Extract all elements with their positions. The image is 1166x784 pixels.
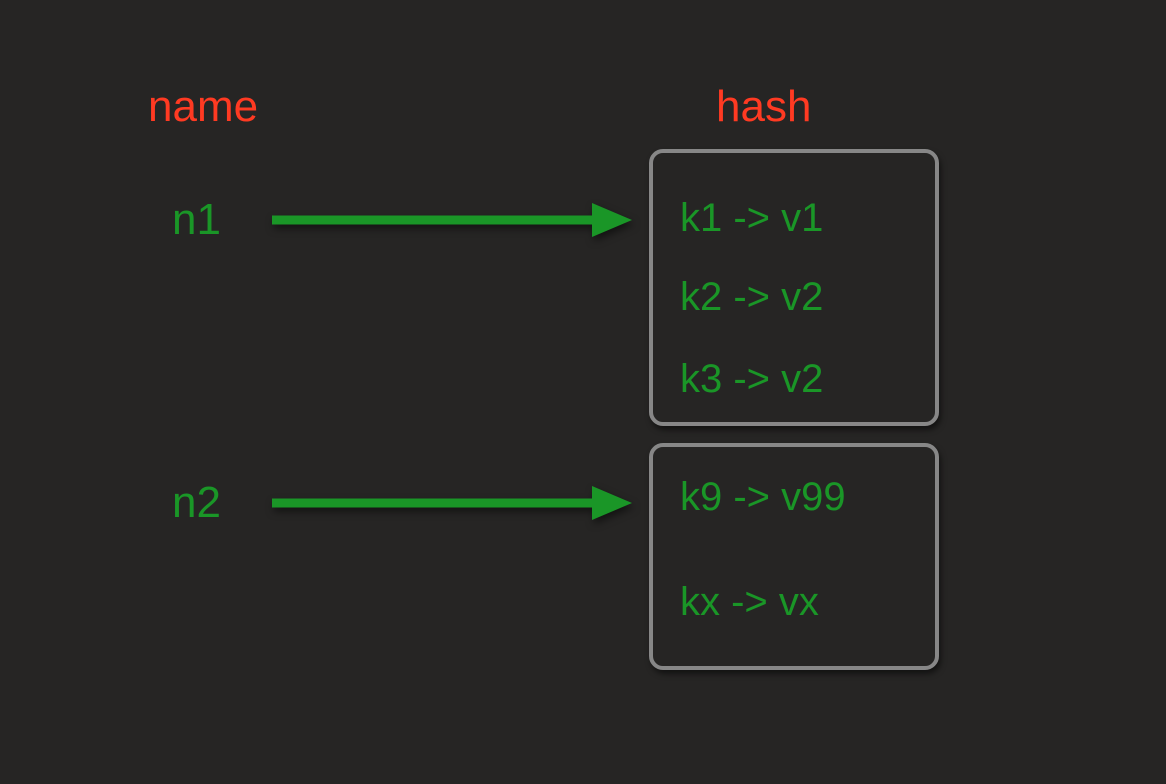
name-n1: n1 xyxy=(172,195,221,245)
header-name: name xyxy=(148,82,258,132)
hash-entry: k1 -> v1 xyxy=(680,196,823,241)
hash-entry: k2 -> v2 xyxy=(680,275,823,320)
arrow-icon xyxy=(272,478,632,528)
hash-entry: k9 -> v99 xyxy=(680,475,846,520)
hash-entry: kx -> vx xyxy=(680,580,819,625)
hash-entry: k3 -> v2 xyxy=(680,357,823,402)
arrow-icon xyxy=(272,195,632,245)
name-n2: n2 xyxy=(172,478,221,528)
header-hash: hash xyxy=(716,82,811,132)
